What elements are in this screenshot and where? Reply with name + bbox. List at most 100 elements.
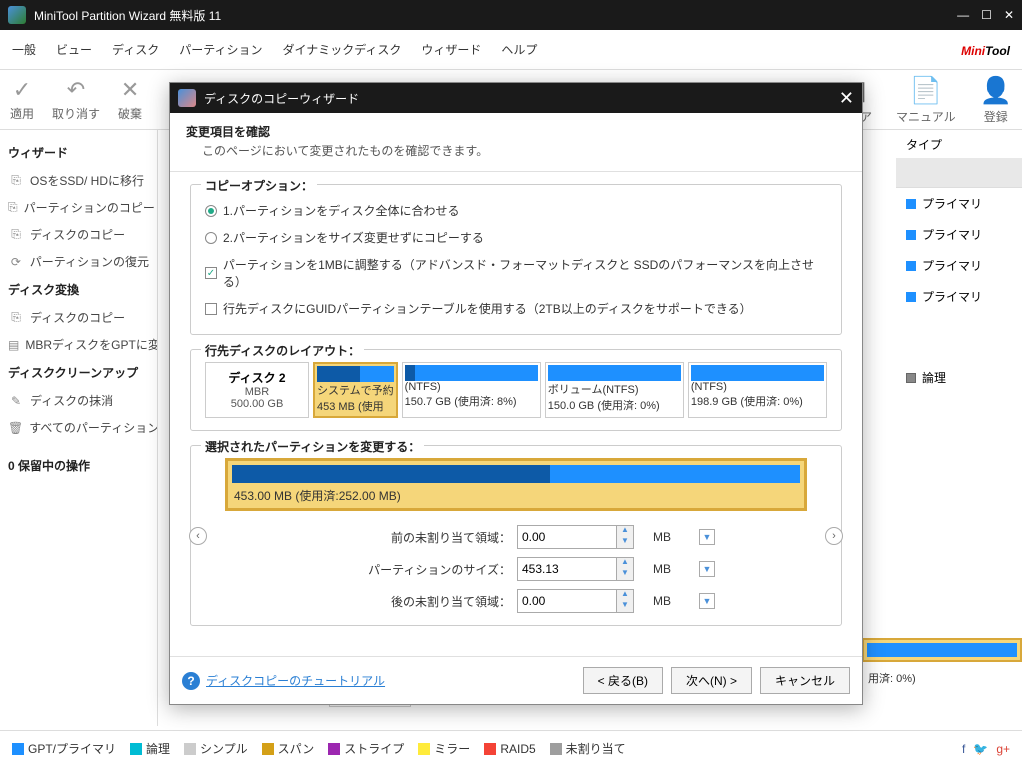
- sidebar: ウィザード ⎘OSをSSD/ HDに移行 ⎘パーティションのコピー ⎘ディスクの…: [0, 130, 158, 726]
- partition-box-ntfs1[interactable]: (NTFS) 150.7 GB (使用済: 8%): [402, 362, 541, 418]
- dialog-close-button[interactable]: ✕: [839, 88, 854, 109]
- pending-ops: 0 保留中の操作: [4, 451, 153, 480]
- logical-square-icon: [906, 373, 916, 383]
- app-icon: [8, 6, 26, 24]
- selected-partition-bar[interactable]: 453.00 MB (使用済:252.00 MB): [225, 458, 807, 511]
- input-size[interactable]: ▲▼: [517, 557, 647, 581]
- checkbox-icon: [205, 303, 217, 315]
- sidebar-item-mbr-gpt[interactable]: ▤MBRディスクをGPTに変: [4, 331, 153, 358]
- disk-bar-used: 用済: 0%): [862, 668, 1022, 688]
- copy-disk-wizard-dialog: ディスクのコピーウィザード ✕ 変更項目を確認 このページにおいて変更されたもの…: [169, 82, 863, 705]
- menu-help[interactable]: ヘルプ: [501, 41, 537, 58]
- disk-bar-selected[interactable]: [862, 638, 1022, 662]
- radio-icon: [205, 205, 217, 217]
- register-button[interactable]: 👤登録: [980, 75, 1012, 125]
- spin-down-icon[interactable]: ▼: [617, 537, 633, 548]
- titlebar: MiniTool Partition Wizard 無料版 11 — ☐ ✕: [0, 0, 1022, 30]
- trash-icon: 🗑: [8, 421, 23, 435]
- partition-box-volume[interactable]: ボリューム(NTFS) 150.0 GB (使用済: 0%): [545, 362, 684, 418]
- menu-general[interactable]: 一般: [12, 41, 36, 58]
- unit-dropdown[interactable]: ▼: [699, 561, 715, 577]
- type-row-gap: [896, 158, 1022, 188]
- menu-view[interactable]: ビュー: [56, 41, 92, 58]
- convert-icon: ▤: [8, 338, 19, 352]
- type-row-primary[interactable]: プライマリ: [896, 281, 1022, 312]
- sidebar-item-copy-partition[interactable]: ⎘パーティションのコピー: [4, 194, 153, 221]
- dialog-titlebar: ディスクのコピーウィザード ✕: [170, 83, 862, 113]
- manual-button[interactable]: 📄マニュアル: [896, 75, 956, 125]
- menu-partition[interactable]: パーティション: [179, 41, 262, 58]
- disk-type: MBR: [210, 386, 304, 398]
- legend-gpt: GPT/プライマリ: [12, 740, 116, 757]
- twitter-icon[interactable]: 🐦: [973, 742, 988, 756]
- brand-logo: MiniTool: [961, 38, 1010, 61]
- dialog-heading: 変更項目を確認: [186, 123, 846, 140]
- primary-square-icon: [906, 230, 916, 240]
- maximize-button[interactable]: ☐: [981, 8, 992, 22]
- menu-disk[interactable]: ディスク: [112, 41, 159, 58]
- dest-layout-fieldset: 行先ディスクのレイアウト： ディスク 2 MBR 500.00 GB システムで…: [190, 349, 842, 431]
- checkbox-icon: ✓: [205, 267, 217, 279]
- sidebar-item-migrate-os[interactable]: ⎘OSをSSD/ HDに移行: [4, 167, 153, 194]
- apply-button[interactable]: ✓適用: [10, 77, 34, 122]
- sidebar-item-recover-partition[interactable]: ⟳パーティションの復元: [4, 248, 153, 275]
- legend-mirror: ミラー: [418, 740, 470, 757]
- scroll-left-button[interactable]: ‹: [189, 527, 207, 545]
- help-icon[interactable]: ?: [182, 672, 200, 690]
- type-row-primary[interactable]: プライマリ: [896, 188, 1022, 219]
- spin-down-icon[interactable]: ▼: [617, 601, 633, 612]
- legend: GPT/プライマリ 論理 シンプル スパン ストライプ ミラー RAID5 未割…: [0, 730, 1022, 766]
- selected-partition-text: 453.00 MB (使用済:252.00 MB): [232, 483, 800, 504]
- menu-dynamic[interactable]: ダイナミックディスク: [282, 41, 401, 58]
- dialog-header: 変更項目を確認 このページにおいて変更されたものを確認できます。: [170, 113, 862, 172]
- check-align-1mb[interactable]: ✓パーティションを1MBに調整する（アドバンスド・フォーマットディスクと SSD…: [205, 251, 827, 295]
- type-row-primary[interactable]: プライマリ: [896, 219, 1022, 250]
- partition-box-system[interactable]: システムで予約 453 MB (使用: [313, 362, 398, 418]
- input-before[interactable]: ▲▼: [517, 525, 647, 549]
- discard-button[interactable]: ✕破棄: [118, 77, 142, 122]
- undo-button[interactable]: ↶取り消す: [52, 77, 100, 122]
- input-after[interactable]: ▲▼: [517, 589, 647, 613]
- cancel-button[interactable]: キャンセル: [760, 667, 850, 694]
- facebook-icon[interactable]: f: [962, 742, 965, 756]
- sidebar-item-delete-all[interactable]: 🗑すべてのパーティションの: [4, 414, 153, 441]
- label-size: パーティションのサイズ：: [311, 561, 511, 578]
- next-button[interactable]: 次へ(N) >: [671, 667, 752, 694]
- menu-wizard[interactable]: ウィザード: [421, 41, 481, 58]
- sidebar-sec-cleanup: ディスククリーンアップ: [4, 358, 153, 387]
- partition-type-list: プライマリ プライマリ プライマリ プライマリ 論理: [896, 158, 1022, 393]
- option-fit-disk[interactable]: 1.パーティションをディスク全体に合わせる: [205, 197, 827, 224]
- sidebar-item-copy-disk2[interactable]: ⎘ディスクのコピー: [4, 304, 153, 331]
- undo-icon: ↶: [67, 77, 85, 103]
- type-row-logical[interactable]: 論理: [896, 362, 1022, 393]
- copy-options-fieldset: コピーオプション： 1.パーティションをディスク全体に合わせる 2.パーティショ…: [190, 184, 842, 335]
- selected-partition-label: 選択されたパーティションを変更する：: [201, 438, 424, 455]
- window-controls: — ☐ ✕: [957, 8, 1014, 22]
- unit-dropdown[interactable]: ▼: [699, 529, 715, 545]
- minimize-button[interactable]: —: [957, 8, 969, 22]
- gplus-icon[interactable]: g+: [996, 742, 1010, 756]
- partition-box-ntfs2[interactable]: (NTFS) 198.9 GB (使用済: 0%): [688, 362, 827, 418]
- disk-size: 500.00 GB: [210, 398, 304, 410]
- radio-icon: [205, 232, 217, 244]
- spin-down-icon[interactable]: ▼: [617, 569, 633, 580]
- type-row-primary[interactable]: プライマリ: [896, 250, 1022, 281]
- unit-mb: MB: [653, 562, 693, 576]
- check-use-guid[interactable]: 行先ディスクにGUIDパーティションテーブルを使用する（2TB以上のディスクをサ…: [205, 295, 827, 322]
- legend-simple: シンプル: [184, 740, 248, 757]
- sidebar-item-copy-disk[interactable]: ⎘ディスクのコピー: [4, 221, 153, 248]
- option-no-resize[interactable]: 2.パーティションをサイズ変更せずにコピーする: [205, 224, 827, 251]
- legend-raid5: RAID5: [484, 742, 535, 756]
- primary-square-icon: [906, 199, 916, 209]
- disk-info-box: ディスク 2 MBR 500.00 GB: [205, 362, 309, 418]
- unit-dropdown[interactable]: ▼: [699, 593, 715, 609]
- scroll-right-button[interactable]: ›: [825, 527, 843, 545]
- sidebar-item-wipe-disk[interactable]: ✎ディスクの抹消: [4, 387, 153, 414]
- tutorial-link[interactable]: ディスクコピーのチュートリアル: [206, 672, 385, 689]
- unit-mb: MB: [653, 594, 693, 608]
- legend-logical: 論理: [130, 740, 170, 757]
- back-button[interactable]: < 戻る(B): [583, 667, 663, 694]
- close-button[interactable]: ✕: [1004, 8, 1014, 22]
- legend-stripe: ストライプ: [328, 740, 404, 757]
- disk-copy-icon: ⎘: [8, 310, 24, 325]
